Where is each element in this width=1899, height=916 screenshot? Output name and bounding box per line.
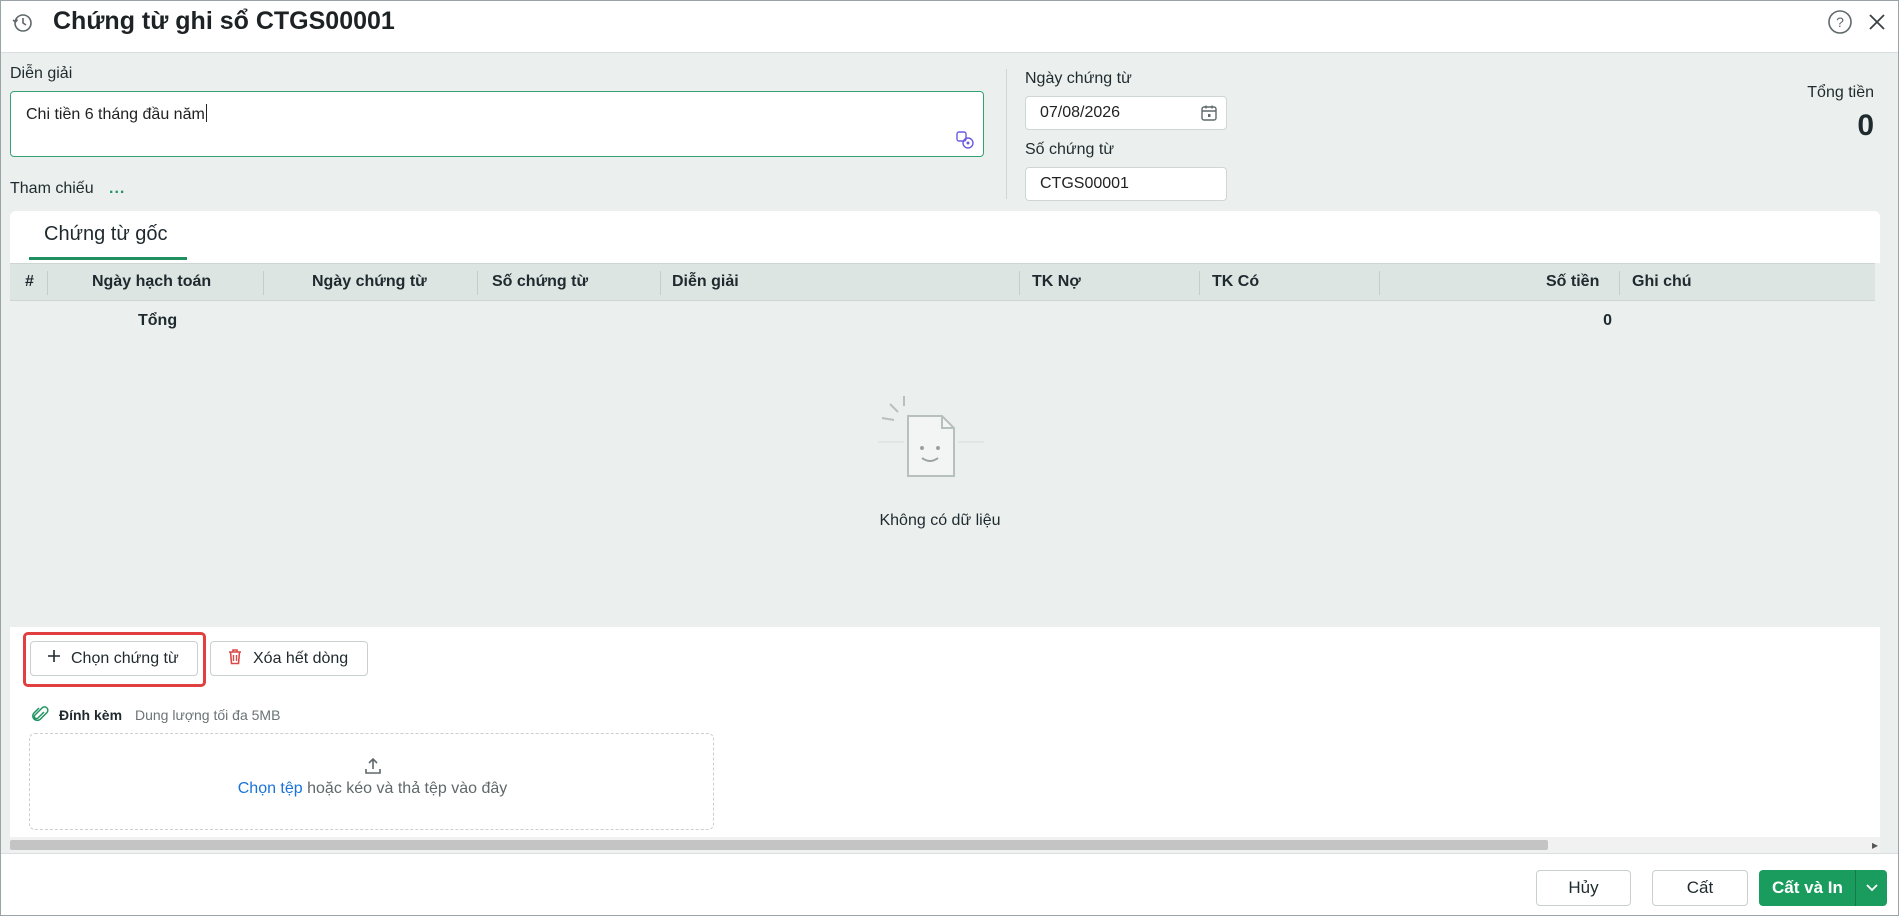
clear-rows-button[interactable]: Xóa hết dòng [210,641,368,676]
total-value: 0 [1857,109,1874,142]
choose-file-link[interactable]: Chọn tệp [238,780,303,797]
summary-amount: 0 [1603,312,1612,329]
description-field[interactable]: Chi tiền 6 tháng đầu năm [10,91,984,157]
column-separator [1379,271,1380,295]
reference-label: Tham chiếu [10,180,94,197]
col-doc-date[interactable]: Ngày chứng từ [312,273,427,291]
scroll-right-arrow-icon[interactable]: ▸ [1872,838,1878,852]
column-separator [1019,271,1020,295]
dialog-window: Chứng từ ghi sổ CTGS00001 ? Diễn giải Ch… [0,0,1899,916]
summary-label: Tổng [138,312,178,329]
col-doc-number[interactable]: Số chứng từ [492,273,588,291]
total-label: Tổng tiền [1807,84,1874,101]
select-documents-button[interactable]: Chọn chứng từ [30,641,198,676]
clear-rows-label: Xóa hết dòng [253,649,349,667]
help-icon[interactable]: ? [1827,9,1853,35]
chevron-down-icon[interactable] [1856,884,1887,892]
plus-icon [47,649,61,668]
cancel-button[interactable]: Hủy [1536,870,1631,906]
save-button[interactable]: Cất [1652,870,1748,906]
number-field[interactable]: CTGS00001 [1025,167,1227,201]
date-label: Ngày chứng từ [1025,70,1132,87]
select-documents-label: Chọn chứng từ [71,649,179,667]
upload-icon [363,756,383,776]
column-separator [660,271,661,295]
table-header: # Ngày hạch toán Ngày chứng từ Số chứng … [10,263,1875,301]
attachment-label: Đính kèm [59,707,123,723]
col-index: # [25,273,34,290]
form-divider [1006,69,1007,199]
ai-assist-icon[interactable] [955,130,975,150]
history-icon[interactable] [11,11,35,35]
dialog-footer: Hủy Cất Cất và In [1,853,1898,915]
column-separator [47,271,48,295]
date-value: 07/08/2026 [1040,104,1121,121]
description-value: Chi tiền 6 tháng đầu năm [26,106,205,123]
attachment-hint: Dung lượng tối đa 5MB [135,707,281,723]
page-title: Chứng từ ghi sổ CTGS00001 [53,7,395,35]
empty-state-text: Không có dữ liệu [879,512,1001,529]
vertical-gutter [1880,53,1898,853]
col-credit-account[interactable]: TK Có [1212,273,1259,291]
active-tab-indicator [29,257,187,260]
horizontal-scrollbar[interactable]: ▸ [10,837,1880,853]
trash-icon [227,648,243,670]
table-body: Tổng 0 Không có dữ liệu [10,301,1875,627]
dropzone-text: Chọn tệp hoặc kéo và thả tệp vào đây [30,780,715,798]
col-note[interactable]: Ghi chú [1632,273,1692,291]
close-icon[interactable] [1865,10,1889,34]
column-separator [1199,271,1200,295]
reference-link[interactable]: ... [109,180,125,198]
col-amount[interactable]: Số tiền [1546,273,1599,291]
description-label: Diễn giải [10,65,73,82]
paperclip-icon [31,706,49,727]
col-posting-date[interactable]: Ngày hạch toán [92,273,211,291]
column-separator [263,271,264,295]
empty-document-icon [878,396,988,486]
col-description[interactable]: Diễn giải [672,273,739,291]
column-separator [477,271,478,295]
scrollbar-thumb[interactable] [10,840,1548,850]
tab-source-documents[interactable]: Chứng từ gốc [44,223,168,246]
date-field[interactable]: 07/08/2026 [1025,96,1227,130]
calendar-icon[interactable] [1200,104,1218,122]
dropzone-hint: hoặc kéo và thả tệp vào đây [302,780,508,797]
number-value: CTGS00001 [1040,175,1129,192]
column-separator [1619,271,1620,295]
save-print-button[interactable]: Cất và In [1759,870,1887,906]
svg-text:?: ? [1836,14,1844,30]
number-label: Số chứng từ [1025,141,1115,158]
tab-bar: Chứng từ gốc [10,211,1880,263]
file-dropzone[interactable]: Chọn tệp hoặc kéo và thả tệp vào đây [29,733,714,830]
dialog-header: Chứng từ ghi sổ CTGS00001 ? [1,1,1898,53]
col-debit-account[interactable]: TK Nợ [1032,273,1081,291]
save-print-label: Cất và In [1772,878,1843,897]
